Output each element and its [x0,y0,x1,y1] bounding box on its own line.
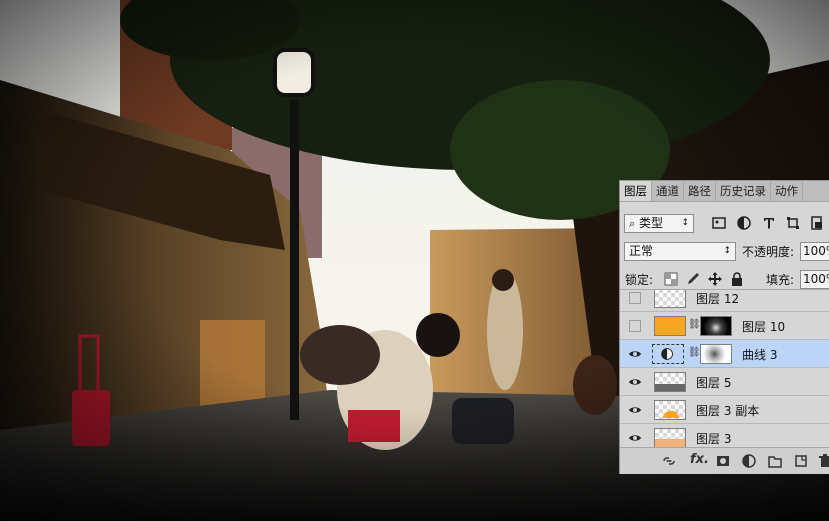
filter-kind-label: 类型 [639,216,664,230]
chevron-updown-icon: ↕ [723,246,731,256]
lock-position-icon[interactable] [708,272,722,286]
tab-history[interactable]: 历史记录 [716,181,771,201]
eye-icon[interactable] [628,431,642,445]
eye-icon[interactable] [628,347,642,361]
layer-name: 图层 10 [742,320,786,334]
layer-row-curves-3[interactable]: ⛓ 曲线 3 [620,340,829,368]
layer-name: 图层 3 副本 [696,404,760,418]
layer-filter-select[interactable]: ⌕ 类型 ↕ [624,214,694,233]
lock-label: 锁定: [625,273,654,287]
shape-filter-icon[interactable] [786,216,800,230]
layer-name: 曲线 3 [742,348,778,362]
image-filter-icon[interactable] [712,216,726,230]
layer-thumbnail [654,372,686,392]
layer-thumbnail [654,316,686,336]
fill-value: 100% [803,272,829,286]
panel-tabs: 图层 通道 路径 历史记录 动作 [620,181,829,202]
eye-icon[interactable] [628,375,642,389]
fill-label: 填充: [766,273,795,287]
layers-list[interactable]: 图层 12 ⛓ 图层 10 ⛓ 曲线 3 图层 5 图层 3 副本 图层 3 [620,289,829,447]
blend-mode-select[interactable]: 正常 ↕ [624,242,736,261]
lock-transparent-icon[interactable] [664,272,678,286]
layer-row-10[interactable]: ⛓ 图层 10 [620,312,829,340]
link-chain-icon[interactable]: ⛓ [688,319,701,330]
add-mask-icon[interactable] [716,454,730,468]
tab-channels[interactable]: 通道 [652,181,684,201]
layer-mask-thumbnail [700,316,732,336]
tab-actions[interactable]: 动作 [771,181,803,201]
layer-name: 图层 3 [696,432,732,446]
layer-thumbnail [654,400,686,420]
new-group-icon[interactable] [768,454,782,468]
layer-thumbnail [654,290,686,308]
layer-thumbnail [654,428,686,447]
link-layers-icon[interactable] [662,454,676,468]
layer-row-12[interactable]: 图层 12 [620,290,829,312]
layer-row-5[interactable]: 图层 5 [620,368,829,396]
chevron-updown-icon: ↕ [681,218,689,228]
layer-name: 图层 12 [696,292,740,306]
lock-paint-icon[interactable] [686,272,700,286]
opacity-value: 100% [803,244,829,258]
tab-layers[interactable]: 图层 [620,181,652,201]
new-layer-icon[interactable] [794,454,808,468]
smart-object-filter-icon[interactable] [810,216,824,230]
blend-mode-value: 正常 [629,244,654,258]
type-filter-icon[interactable] [762,216,776,230]
opacity-input[interactable]: 100% [800,242,829,261]
eye-icon[interactable] [628,403,642,417]
lock-all-icon[interactable] [730,272,744,286]
layer-mask-thumbnail [700,344,732,364]
delete-layer-icon[interactable] [818,454,829,468]
search-icon: ⌕ [629,217,636,230]
opacity-label: 不透明度: [742,245,795,259]
adjustment-filter-icon[interactable] [737,216,751,230]
fx-icon[interactable]: fx. [690,452,709,467]
layer-row-3[interactable]: 图层 3 [620,424,829,447]
layers-bottom-bar: fx. [620,447,829,474]
layer-row-3-copy[interactable]: 图层 3 副本 [620,396,829,424]
layer-name: 图层 5 [696,376,732,390]
visibility-toggle[interactable] [629,292,641,304]
visibility-toggle[interactable] [629,320,641,332]
new-adjustment-icon[interactable] [742,454,756,468]
fill-input[interactable]: 100% [800,270,829,289]
curves-adjustment-icon [652,344,684,364]
layers-panel: 图层 通道 路径 历史记录 动作 ⌕ 类型 ↕ 正常 ↕ 不透明度: 100% … [619,180,829,474]
link-chain-icon[interactable]: ⛓ [688,347,701,358]
tab-paths[interactable]: 路径 [684,181,716,201]
